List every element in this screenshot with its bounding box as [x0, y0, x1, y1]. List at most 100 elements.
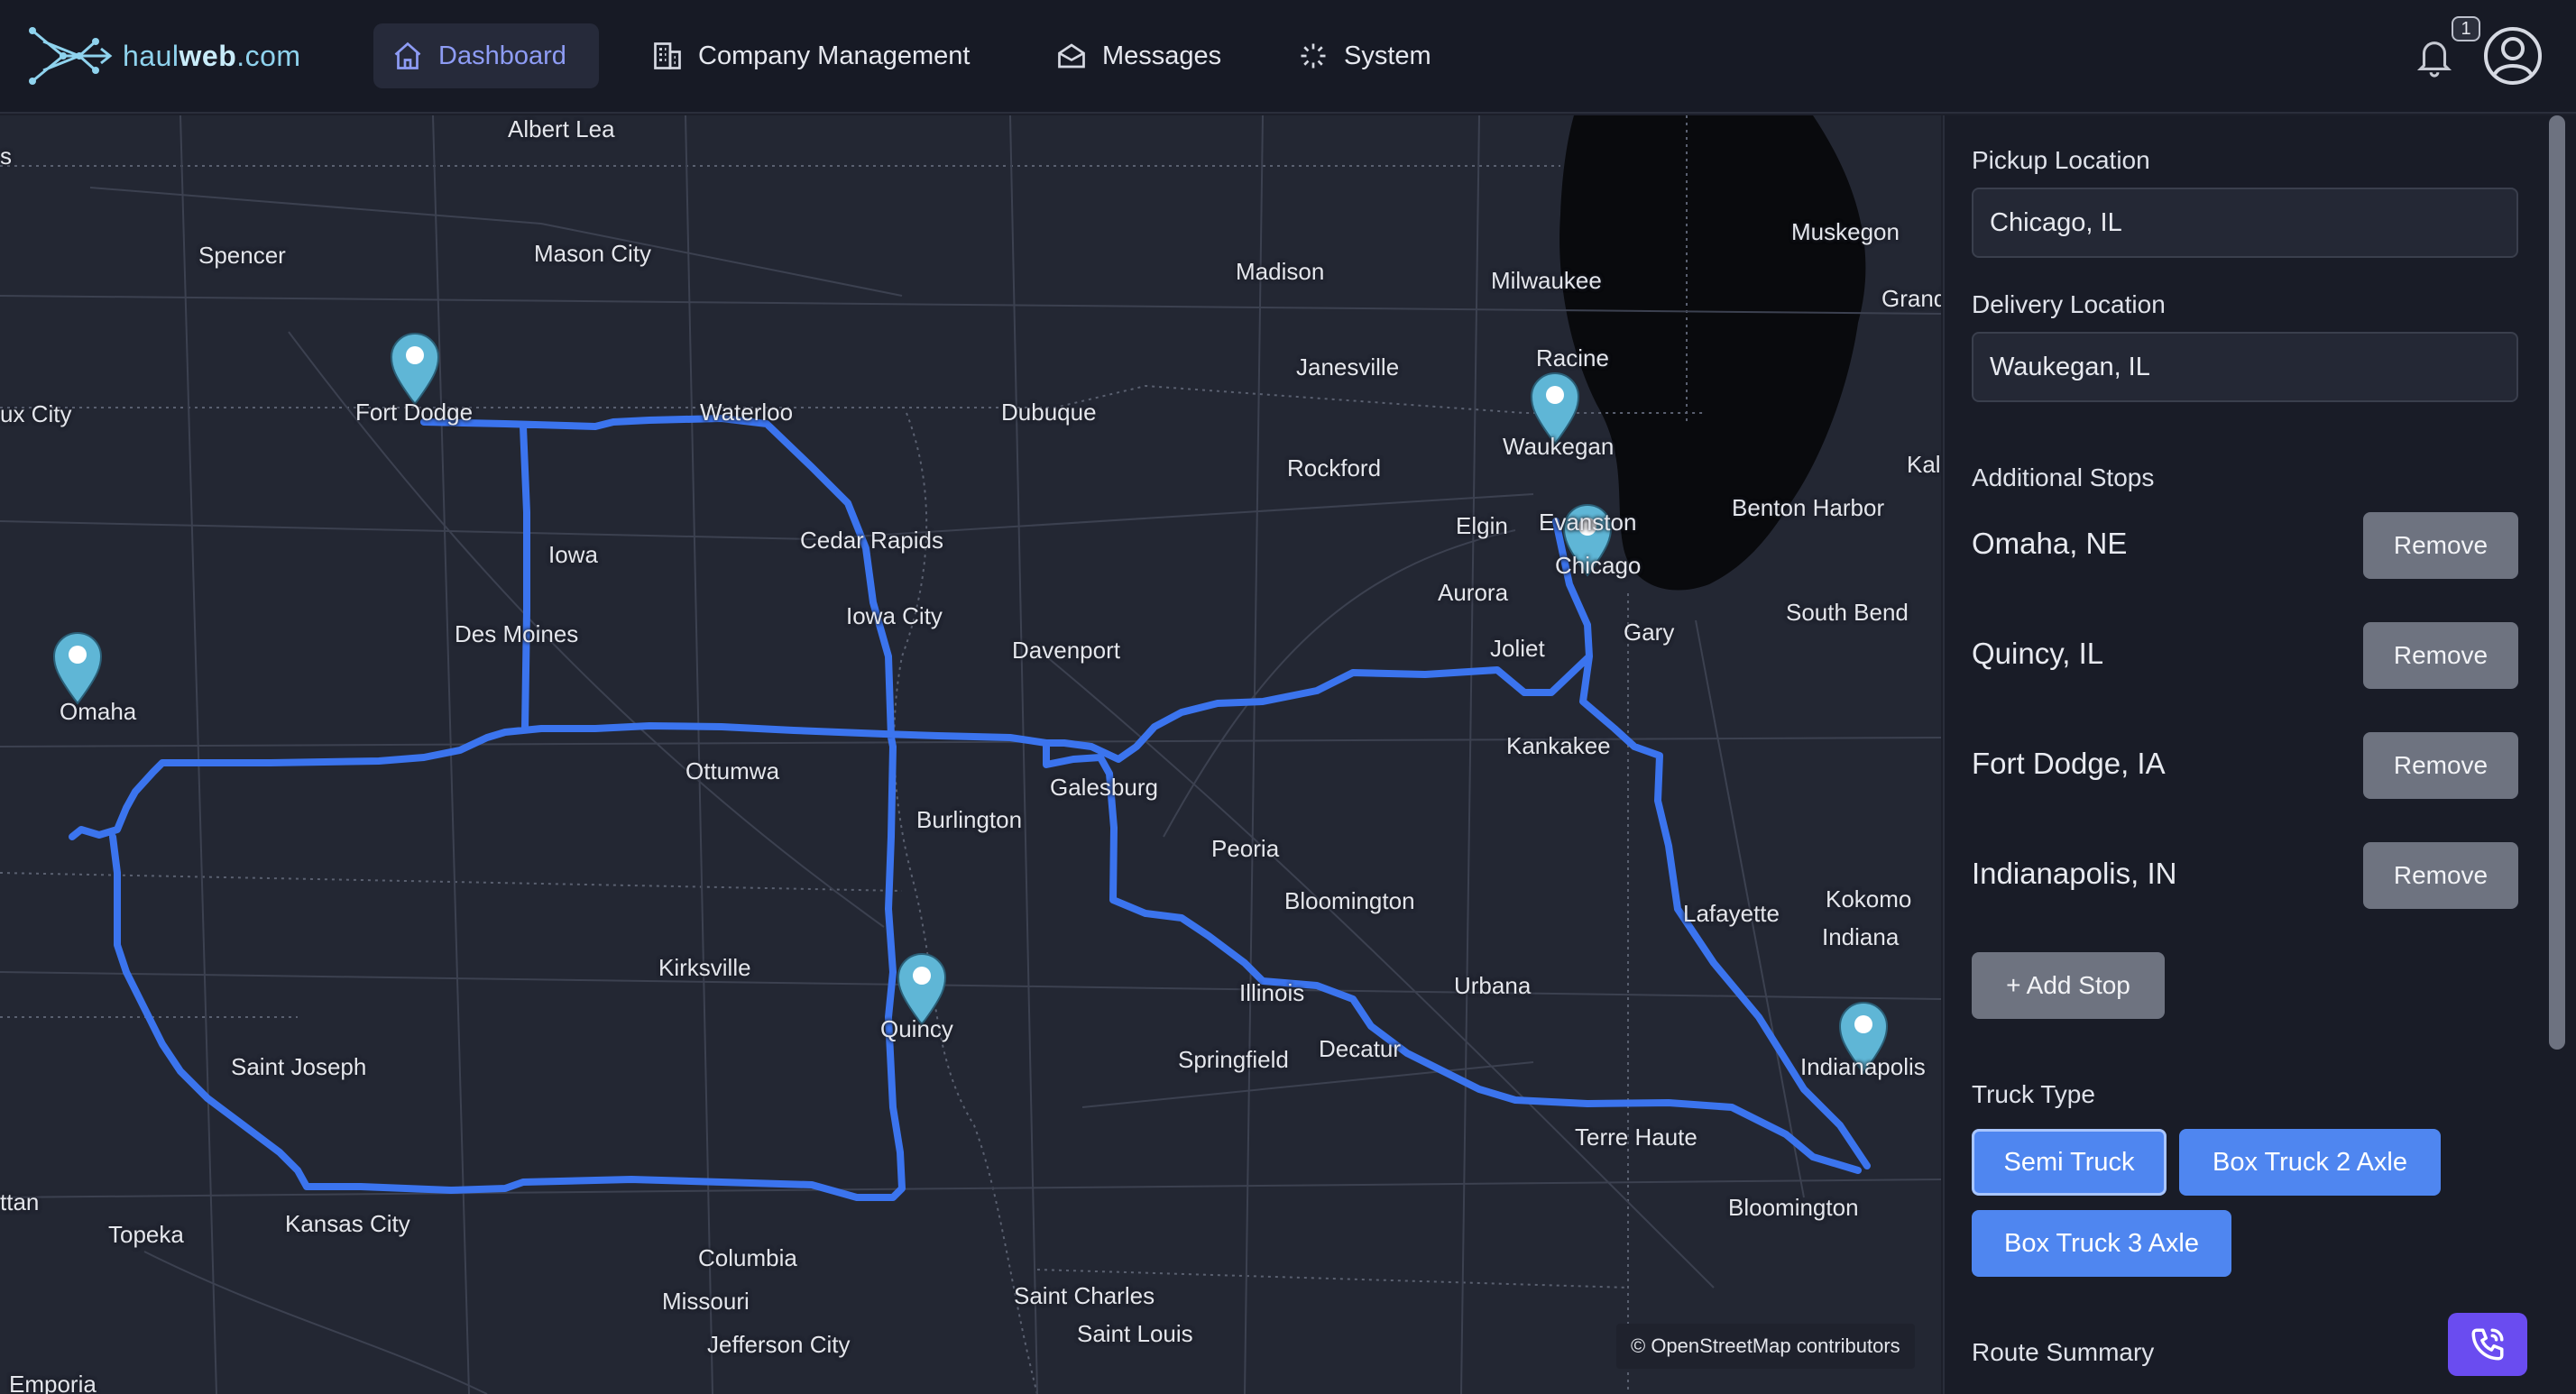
nav-dashboard[interactable]: Dashboard — [373, 23, 599, 88]
city-label: Quincy — [880, 1015, 953, 1042]
city-label: Waterloo — [700, 399, 794, 426]
city-label: Jefferson City — [707, 1331, 851, 1358]
city-label: Bloomington — [1728, 1194, 1859, 1221]
map-attribution[interactable]: © OpenStreetMap contributors — [1616, 1324, 1915, 1369]
pickup-location-input[interactable]: Chicago, IL — [1972, 188, 2518, 258]
city-label: Chicago — [1555, 552, 1642, 579]
nav-company-label: Company Management — [698, 41, 971, 70]
remove-stop-button[interactable]: Remove — [2363, 512, 2518, 579]
city-label: s — [0, 142, 12, 170]
brand-logo[interactable]: haulweb.com — [27, 20, 301, 92]
nav-messages[interactable]: Messages — [1037, 23, 1241, 88]
home-icon — [394, 41, 421, 69]
stop-name: Fort Dodge, IA — [1972, 747, 2166, 780]
remove-stop-button[interactable]: Remove — [2363, 842, 2518, 909]
city-label: ttan — [0, 1188, 40, 1215]
nav-dashboard-label: Dashboard — [438, 41, 566, 70]
city-label: Spencer — [198, 242, 286, 269]
city-label: Emporia — [9, 1371, 97, 1394]
nav-messages-label: Messages — [1102, 41, 1222, 70]
stop-name: Quincy, IL — [1972, 637, 2104, 670]
delivery-location-input[interactable]: Waukegan, IL — [1972, 332, 2518, 402]
panel-scrollbar[interactable] — [2549, 115, 2565, 1050]
city-label: Iowa — [548, 541, 598, 568]
city-label: Madison — [1236, 258, 1325, 285]
city-label: Springfield — [1178, 1046, 1289, 1073]
notification-count-badge: 1 — [2452, 16, 2480, 41]
city-label: Kankakee — [1506, 732, 1611, 759]
city-label: Fort Dodge — [355, 399, 474, 426]
truck-type-box-3-axle-button[interactable]: Box Truck 3 Axle — [1972, 1210, 2231, 1277]
city-label: Des Moines — [455, 620, 579, 647]
city-label: Indiana — [1822, 923, 1900, 950]
city-label: Topeka — [108, 1221, 184, 1248]
nav-system[interactable]: System — [1279, 23, 1451, 88]
city-label: Mason City — [534, 240, 652, 267]
city-label: Benton Harbor — [1732, 494, 1885, 521]
city-label: Ottumwa — [685, 757, 780, 784]
city-label: Elgin — [1456, 512, 1508, 539]
route-summary-label: Route Summary — [1972, 1338, 2155, 1366]
nav-system-label: System — [1344, 41, 1431, 70]
envelope-icon — [1058, 43, 1085, 69]
delivery-location-label: Delivery Location — [1972, 290, 2166, 318]
city-label: Dubuque — [1001, 399, 1097, 426]
city-label: Cedar Rapids — [800, 527, 943, 554]
city-label: Kal — [1907, 451, 1941, 478]
user-avatar-button[interactable] — [2482, 25, 2544, 91]
city-label: Galesburg — [1050, 774, 1158, 801]
city-label: Janesville — [1296, 353, 1400, 381]
city-label: Kokomo — [1826, 885, 1912, 913]
city-label: Peoria — [1211, 835, 1280, 862]
city-label: Urbana — [1454, 972, 1532, 999]
city-label: Decatur — [1319, 1035, 1402, 1062]
city-label: Albert Lea — [508, 115, 615, 142]
truck-type-semi-button[interactable]: Semi Truck — [1972, 1129, 2167, 1196]
city-label: Milwaukee — [1491, 267, 1602, 294]
city-label: Omaha — [60, 698, 137, 725]
city-label: Kirksville — [658, 954, 751, 981]
city-label: Kansas City — [285, 1210, 410, 1237]
city-label: Burlington — [916, 806, 1023, 833]
city-label: Davenport — [1012, 637, 1120, 664]
remove-stop-button[interactable]: Remove — [2363, 732, 2518, 799]
city-label: Evanston — [1539, 509, 1637, 536]
user-icon — [2484, 27, 2542, 85]
stop-name: Indianapolis, IN — [1972, 857, 2177, 890]
pickup-location-label: Pickup Location — [1972, 146, 2150, 174]
city-label: Waukegan — [1503, 433, 1615, 460]
city-label: Rockford — [1287, 454, 1382, 481]
remove-stop-button[interactable]: Remove — [2363, 622, 2518, 689]
city-label: Lafayette — [1683, 900, 1780, 927]
logo-network-icon — [29, 27, 113, 85]
building-icon — [654, 42, 681, 69]
sparkle-icon — [1301, 43, 1326, 69]
map-base-layer — [0, 115, 1941, 1394]
city-label: Aurora — [1438, 579, 1509, 606]
city-label: Iowa City — [846, 602, 943, 629]
city-label: Muskegon — [1791, 218, 1900, 245]
city-label: Indianapolis — [1800, 1053, 1926, 1080]
city-label: Grand — [1881, 285, 1941, 312]
brand-name: haulweb.com — [123, 39, 301, 72]
add-stop-button[interactable]: + Add Stop — [1972, 952, 2165, 1019]
phone-icon — [2471, 1328, 2504, 1361]
city-label: Columbia — [698, 1244, 797, 1271]
route-map[interactable]: Albert Lea Spencer Mason City Fort Dodge… — [0, 115, 1941, 1394]
truck-type-label: Truck Type — [1972, 1080, 2095, 1108]
city-label: ux City — [0, 400, 72, 427]
city-label: Saint Joseph — [231, 1053, 367, 1080]
city-label: South Bend — [1786, 599, 1909, 626]
call-support-button[interactable] — [2448, 1313, 2527, 1376]
nav-company-management[interactable]: Company Management — [633, 23, 989, 88]
stop-name: Omaha, NE — [1972, 527, 2128, 560]
city-label: Saint Louis — [1077, 1320, 1193, 1347]
city-label: Racine — [1536, 344, 1609, 371]
bell-icon — [2416, 41, 2452, 78]
top-navigation-bar: haulweb.com Dashboard Company Management… — [0, 0, 2576, 114]
notifications-button[interactable] — [2414, 34, 2455, 84]
city-label: Saint Charles — [1014, 1282, 1155, 1309]
route-form-panel: Pickup Location Chicago, IL Delivery Loc… — [1943, 115, 2576, 1394]
city-label: Terre Haute — [1575, 1123, 1697, 1151]
truck-type-box-2-axle-button[interactable]: Box Truck 2 Axle — [2179, 1129, 2441, 1196]
